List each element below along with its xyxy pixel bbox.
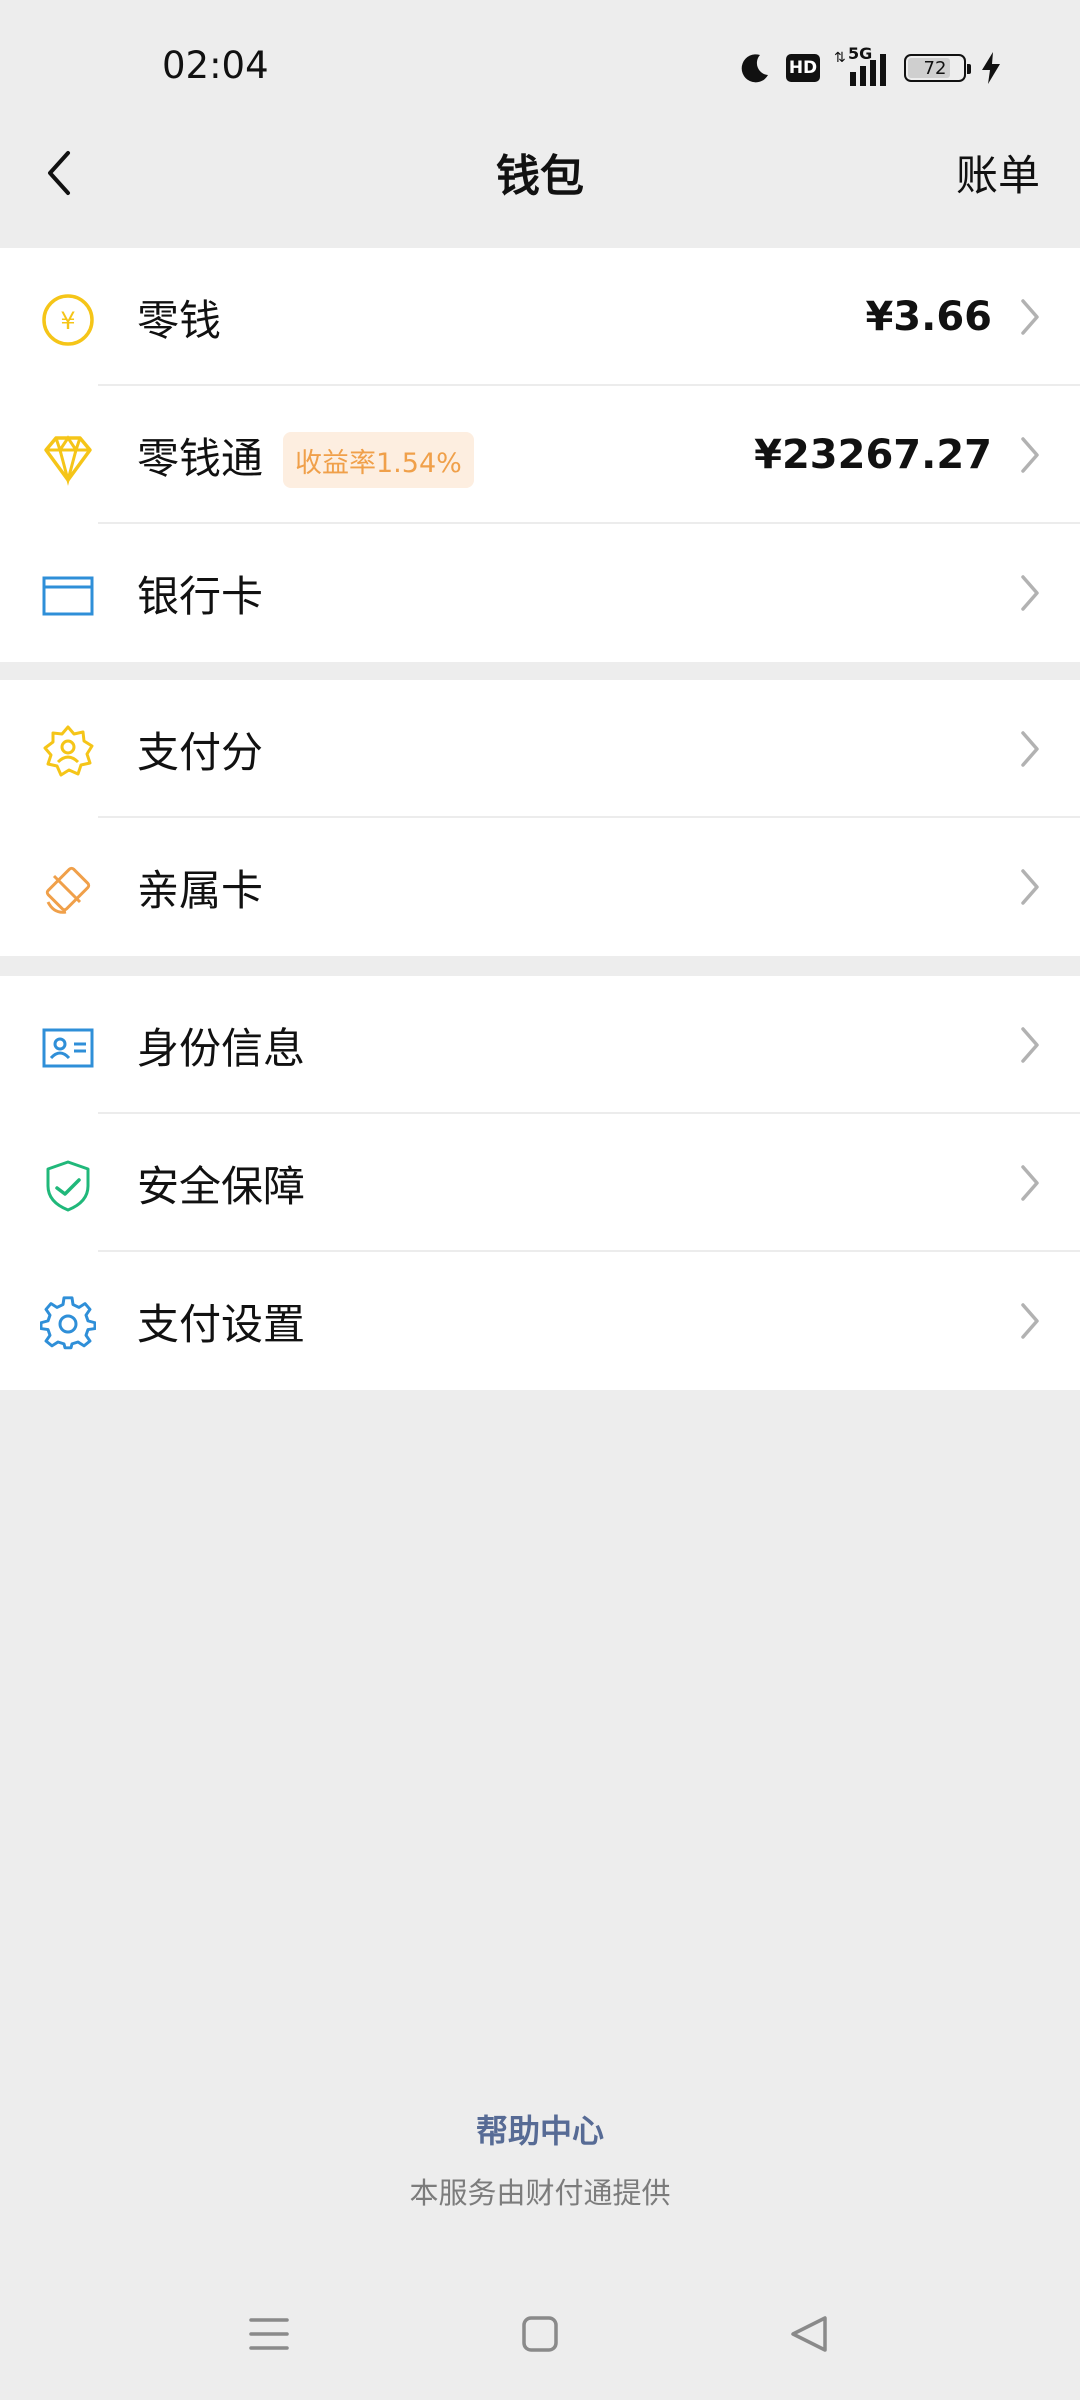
status-icons: HD 5G ⇅ 72 xyxy=(738,44,1002,88)
provider-note: 本服务由财付通提供 xyxy=(409,2176,671,2210)
list-item-pay-score[interactable]: 支付分 xyxy=(0,680,1080,818)
list-item-family-card[interactable]: 亲属卡 xyxy=(0,818,1080,956)
list-item-bank-card[interactable]: 银行卡 xyxy=(0,524,1080,662)
item-value: ¥23267.27 xyxy=(754,432,992,478)
chevron-right-icon xyxy=(1021,731,1039,767)
help-center-link[interactable]: 帮助中心 xyxy=(0,2106,1080,2152)
menu-icon[interactable] xyxy=(245,2310,293,2358)
chevron-right-icon xyxy=(1021,1303,1039,1339)
gear-icon xyxy=(40,1296,96,1350)
battery-icon: 72 xyxy=(904,54,971,82)
status-time: 02:04 xyxy=(162,44,269,87)
list-item-pay-settings[interactable]: 支付设置 xyxy=(0,1252,1080,1390)
chevron-right-icon xyxy=(1021,1165,1039,1201)
hd-icon: HD xyxy=(786,54,820,82)
item-value: ¥3.66 xyxy=(865,294,992,340)
item-label: 身份信息 xyxy=(137,1023,306,1073)
pay-score-icon xyxy=(43,725,94,777)
back-triangle-icon[interactable] xyxy=(785,2310,833,2358)
item-label: 零钱 xyxy=(137,295,222,345)
system-nav-bar xyxy=(0,2280,1080,2380)
battery-level: 72 xyxy=(923,57,947,79)
yuan-coin-icon: ¥ xyxy=(42,294,94,346)
bill-button[interactable]: 账单 xyxy=(956,142,1040,203)
chevron-right-icon xyxy=(1021,1027,1039,1063)
signal-icon: 5G ⇅ xyxy=(834,44,890,86)
list-item-security[interactable]: 安全保障 xyxy=(0,1114,1080,1252)
charging-icon xyxy=(982,52,1000,84)
wallet-group-services: 支付分 亲属卡 xyxy=(0,680,1080,956)
svg-text:¥: ¥ xyxy=(60,307,75,335)
family-card-icon xyxy=(45,866,91,914)
list-item-change[interactable]: ¥ 零钱 ¥3.66 xyxy=(0,248,1080,386)
diamond-icon xyxy=(44,435,92,486)
chevron-right-icon xyxy=(1021,437,1039,473)
item-label: 支付分 xyxy=(137,727,264,777)
network-label: 5G xyxy=(848,44,873,63)
chevron-right-icon xyxy=(1021,575,1039,611)
item-label: 银行卡 xyxy=(137,571,264,621)
item-label: 亲属卡 xyxy=(137,865,264,915)
yield-badge: 收益率1.54% xyxy=(283,432,474,488)
home-square-icon[interactable] xyxy=(516,2310,564,2358)
wallet-group-balance: ¥ 零钱 ¥3.66 零钱通 收益率1.54% ¥23267.27 银行卡 xyxy=(0,248,1080,662)
bank-card-icon xyxy=(42,576,94,616)
list-item-change-plus[interactable]: 零钱通 收益率1.54% ¥23267.27 xyxy=(0,386,1080,524)
nav-bar: 钱包 账单 xyxy=(0,110,1080,230)
item-label: 支付设置 xyxy=(137,1299,306,1349)
id-card-icon xyxy=(42,1028,94,1068)
item-label: 安全保障 xyxy=(137,1161,306,1211)
chevron-right-icon xyxy=(1021,299,1039,335)
wallet-group-settings: 身份信息 安全保障 支付设置 xyxy=(0,976,1080,1390)
shield-check-icon xyxy=(46,1160,90,1212)
page-title: 钱包 xyxy=(496,151,584,202)
list-item-identity[interactable]: 身份信息 xyxy=(0,976,1080,1114)
chevron-right-icon xyxy=(1021,869,1039,905)
moon-icon xyxy=(741,54,768,83)
item-label: 零钱通 xyxy=(137,433,264,483)
